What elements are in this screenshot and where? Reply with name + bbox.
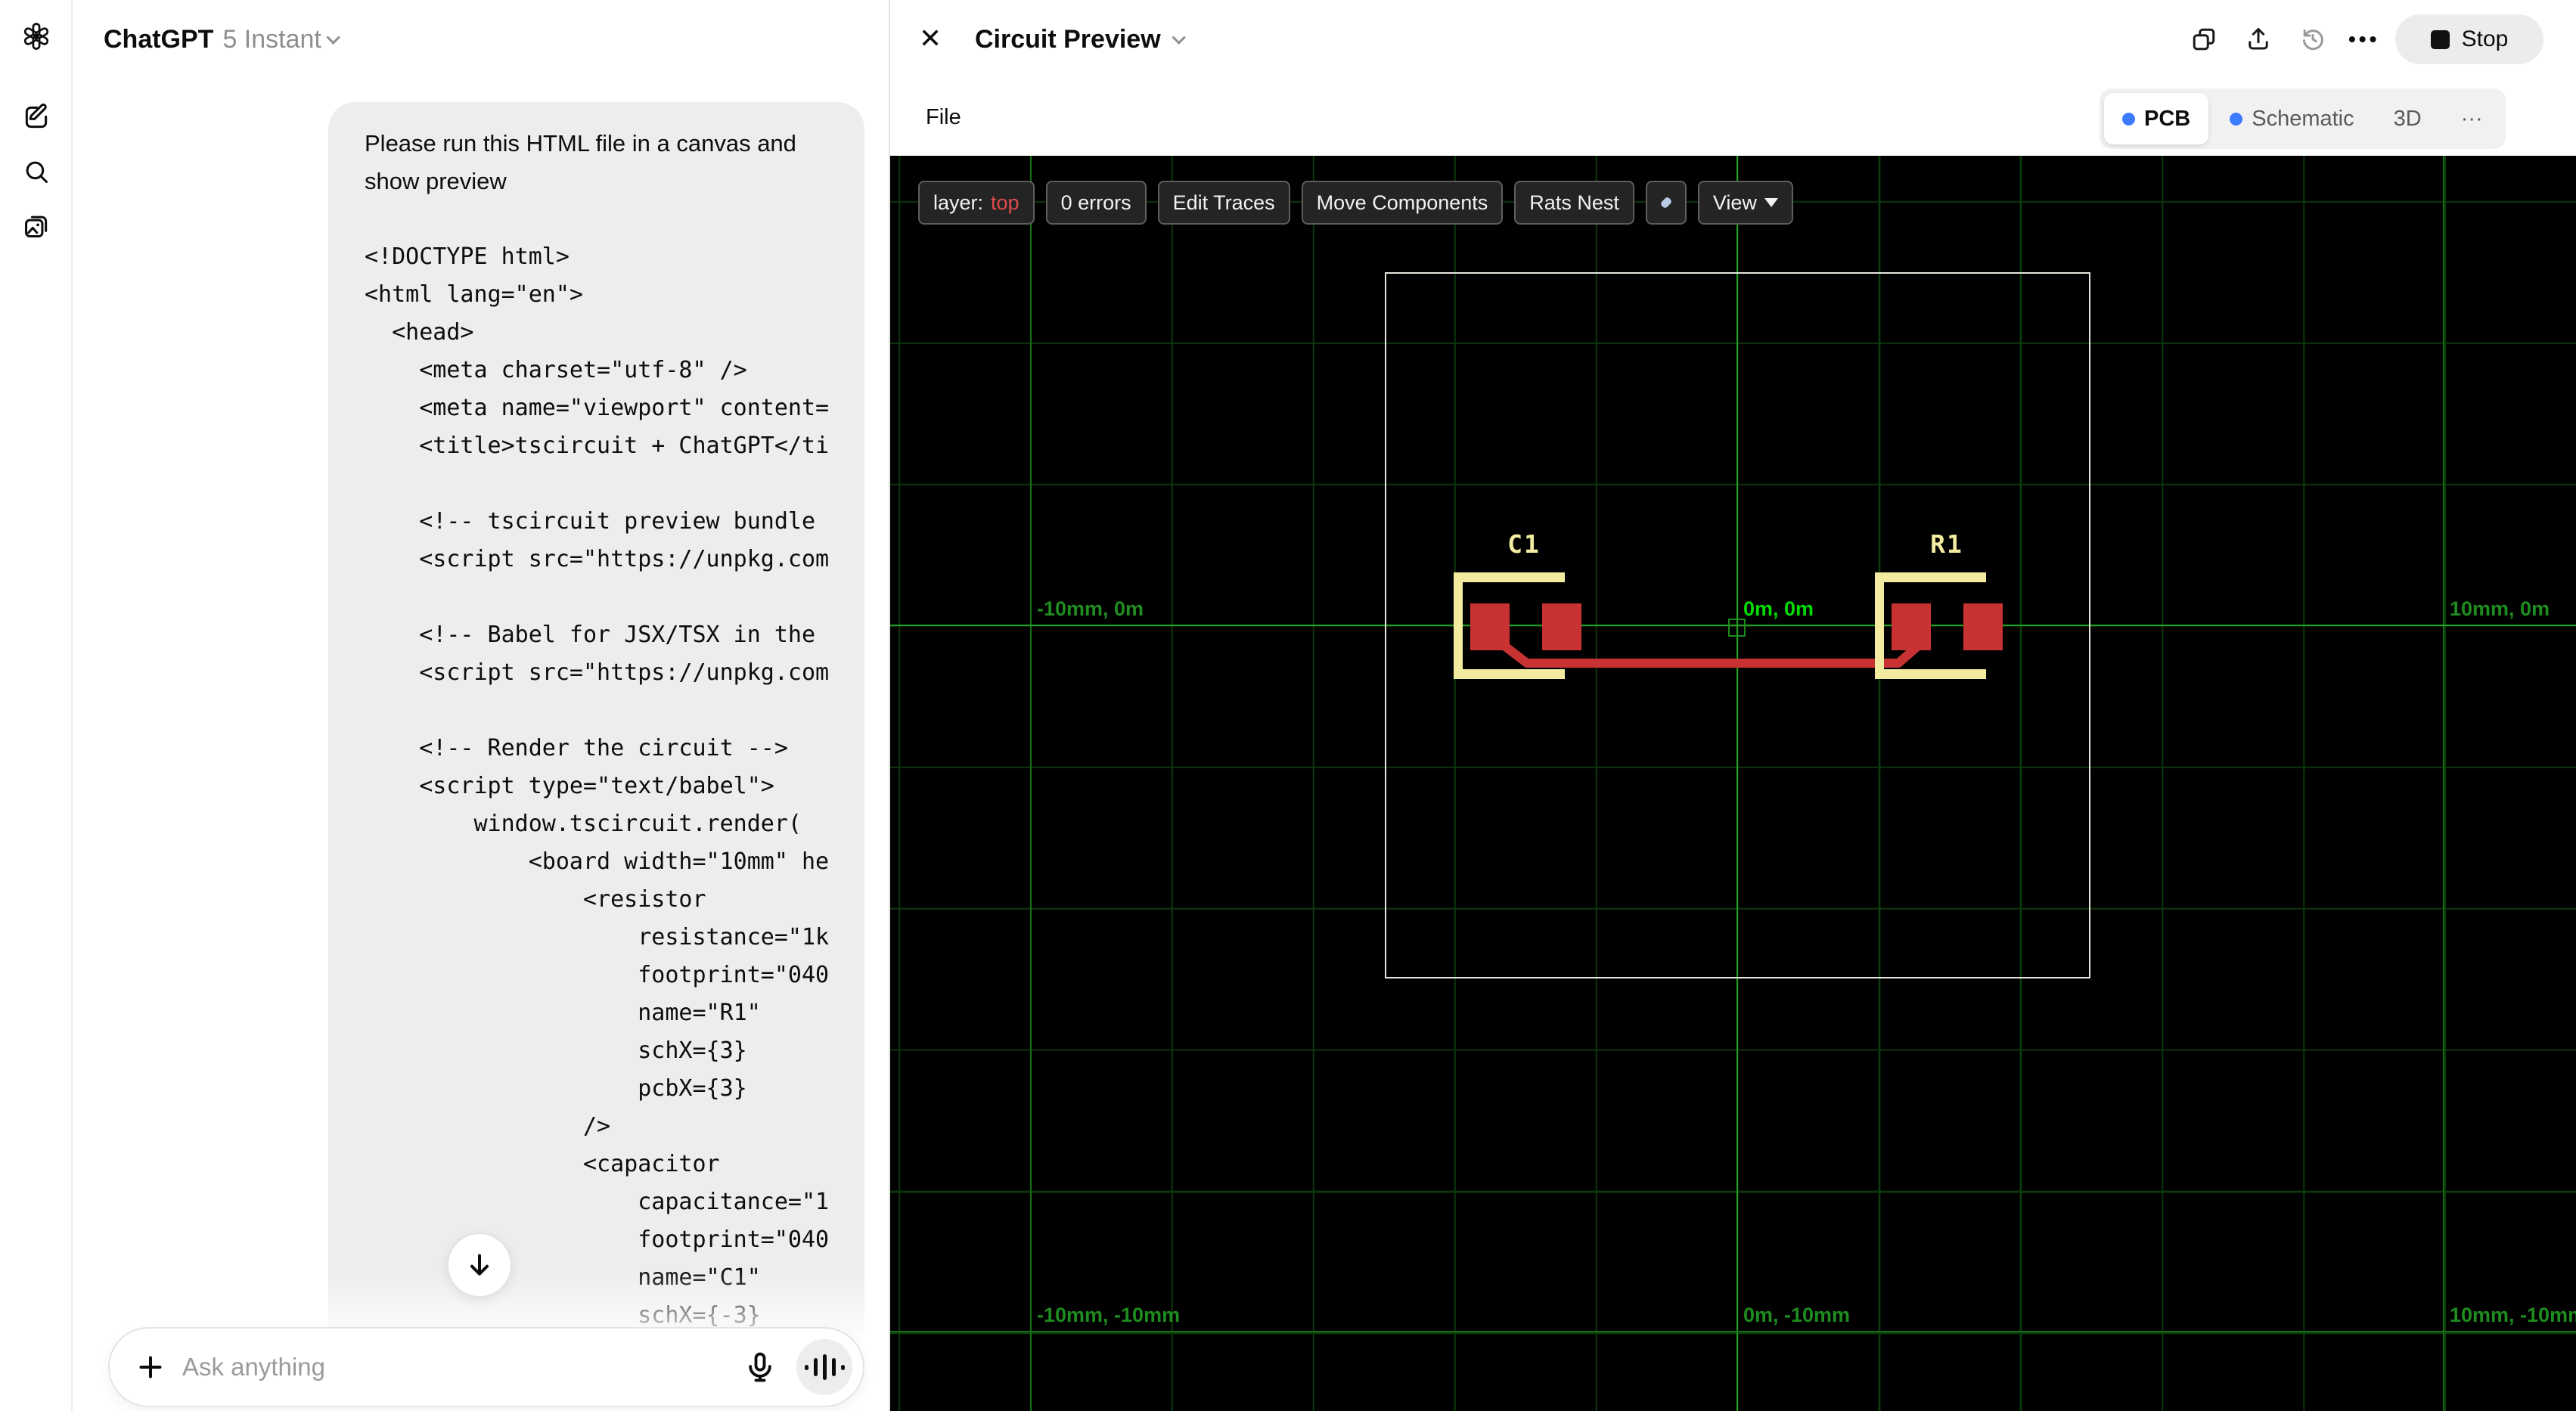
c1-silkscreen — [1454, 669, 1565, 679]
errors-label: 0 errors — [1060, 191, 1131, 214]
chat-title: ChatGPT — [104, 24, 214, 54]
tab-pcb-label: PCB — [2144, 106, 2191, 131]
errors-button[interactable]: 0 errors — [1045, 181, 1147, 225]
history-icon — [2302, 29, 2323, 51]
dictate-button[interactable] — [743, 1351, 777, 1384]
chat-input-placeholder: Ask anything — [182, 1353, 325, 1381]
edit-traces-button[interactable]: Edit Traces — [1157, 181, 1290, 225]
layer-label: layer: — [933, 191, 984, 214]
share-button[interactable] — [2245, 26, 2272, 53]
chevron-down-icon[interactable] — [326, 29, 340, 45]
c1-silkscreen — [1454, 572, 1463, 679]
r1-pad-2 — [1963, 603, 2003, 650]
tabs-more-button[interactable]: ··· — [2443, 93, 2501, 144]
grid-label: -10mm, 0m — [1037, 597, 1144, 620]
status-dot-icon — [2122, 112, 2135, 126]
rats-nest-button[interactable]: Rats Nest — [1514, 181, 1634, 225]
user-message-bubble: Please run this HTML file in a canvas an… — [328, 102, 864, 1351]
copy-icon — [2193, 28, 2215, 51]
tab-3d-label: 3D — [2393, 106, 2422, 131]
canvas-panel: ✕ Circuit Preview ••• Stop File PCB Sche… — [889, 0, 2576, 1411]
user-message-text: Please run this HTML file in a canvas an… — [365, 130, 803, 194]
view-menu-button[interactable]: View — [1697, 181, 1793, 225]
library-button[interactable] — [20, 209, 53, 243]
r1-silkscreen — [1875, 572, 1986, 582]
user-message-code: <!DOCTYPE html> <html lang="en"> <head> … — [365, 243, 830, 1351]
pencil-tool-button[interactable] — [1645, 181, 1687, 225]
plus-icon — [139, 1356, 162, 1378]
chat-panel: ChatGPT 5 Instant ••• Please run this HT… — [73, 0, 926, 1411]
trace-layer — [1501, 642, 1920, 668]
tabs-more-label: ··· — [2460, 106, 2483, 131]
chat-input[interactable]: Ask anything — [108, 1327, 864, 1407]
r1-pad-1 — [1892, 603, 1931, 650]
grid-label-origin: 0m, 0m — [1743, 597, 1814, 620]
view-switcher: PCB Schematic 3D ··· — [2100, 88, 2506, 149]
history-button[interactable] — [2299, 26, 2326, 53]
voice-mode-button[interactable] — [796, 1339, 852, 1395]
arrow-down-icon — [470, 1254, 489, 1276]
grid-label: 10mm, -10mm — [2450, 1304, 2576, 1326]
c1-pad-1 — [1470, 603, 1510, 650]
grid-label: -10mm, -10mm — [1037, 1304, 1181, 1326]
attach-button[interactable] — [135, 1352, 166, 1382]
waveform-icon — [802, 1354, 847, 1380]
r1-silkscreen — [1875, 572, 1884, 679]
grid-label: 10mm, 0m — [2450, 597, 2550, 620]
search-button[interactable] — [20, 155, 53, 188]
move-components-button[interactable]: Move Components — [1301, 181, 1504, 225]
openai-logo-icon — [23, 23, 49, 50]
search-icon — [26, 161, 48, 183]
scroll-to-bottom-button[interactable] — [447, 1233, 512, 1298]
c1-label: C1 — [1507, 529, 1541, 559]
edit-traces-label: Edit Traces — [1172, 191, 1275, 214]
openai-logo — [20, 20, 53, 53]
canvas-header: ✕ Circuit Preview ••• Stop — [890, 0, 2576, 79]
new-chat-button[interactable] — [20, 101, 53, 134]
close-canvas-button[interactable]: ✕ — [919, 23, 942, 54]
canvas-subheader: File PCB Schematic 3D ··· — [890, 79, 2576, 209]
pcb-viewer[interactable]: C1 R1 -10mm, 0m 0m, 0m 10mm, 0m -10mm, -… — [890, 156, 2576, 1411]
chat-header: ChatGPT 5 Instant — [104, 0, 340, 79]
triangle-down-icon — [1764, 198, 1778, 207]
status-dot-icon — [2230, 112, 2243, 126]
library-icon — [25, 216, 48, 237]
canvas-more-button[interactable]: ••• — [2348, 27, 2379, 51]
c1-pad-2 — [1542, 603, 1581, 650]
copy-button[interactable] — [2190, 26, 2218, 53]
tab-schematic-label: Schematic — [2252, 106, 2354, 131]
model-name[interactable]: 5 Instant — [222, 25, 321, 54]
tab-3d[interactable]: 3D — [2376, 93, 2440, 144]
c1-silkscreen — [1454, 572, 1565, 582]
view-label: View — [1712, 191, 1757, 214]
r1-label: R1 — [1930, 529, 1963, 559]
microphone-icon — [749, 1352, 771, 1382]
tab-schematic[interactable]: Schematic — [2211, 93, 2372, 144]
rats-nest-label: Rats Nest — [1529, 191, 1619, 214]
share-icon — [2249, 28, 2268, 50]
layer-value: top — [991, 191, 1020, 214]
origin-marker — [1728, 619, 1746, 637]
tab-pcb[interactable]: PCB — [2104, 93, 2209, 144]
stop-button[interactable]: Stop — [2395, 14, 2543, 64]
pencil-icon — [1659, 196, 1673, 209]
stop-icon — [2430, 29, 2450, 49]
chevron-down-icon[interactable] — [1172, 29, 1186, 45]
app-rail — [0, 0, 73, 1411]
new-chat-icon — [25, 103, 48, 129]
grid-label: 0m, -10mm — [1743, 1304, 1851, 1326]
file-menu[interactable]: File — [926, 79, 961, 156]
canvas-title[interactable]: Circuit Preview — [975, 25, 1161, 54]
pcb-toolbar: layer: top 0 errors Edit Traces Move Com… — [918, 181, 1793, 225]
layer-button[interactable]: layer: top — [918, 181, 1035, 225]
move-components-label: Move Components — [1316, 191, 1488, 214]
r1-silkscreen — [1875, 669, 1986, 679]
stop-label: Stop — [2461, 26, 2509, 51]
